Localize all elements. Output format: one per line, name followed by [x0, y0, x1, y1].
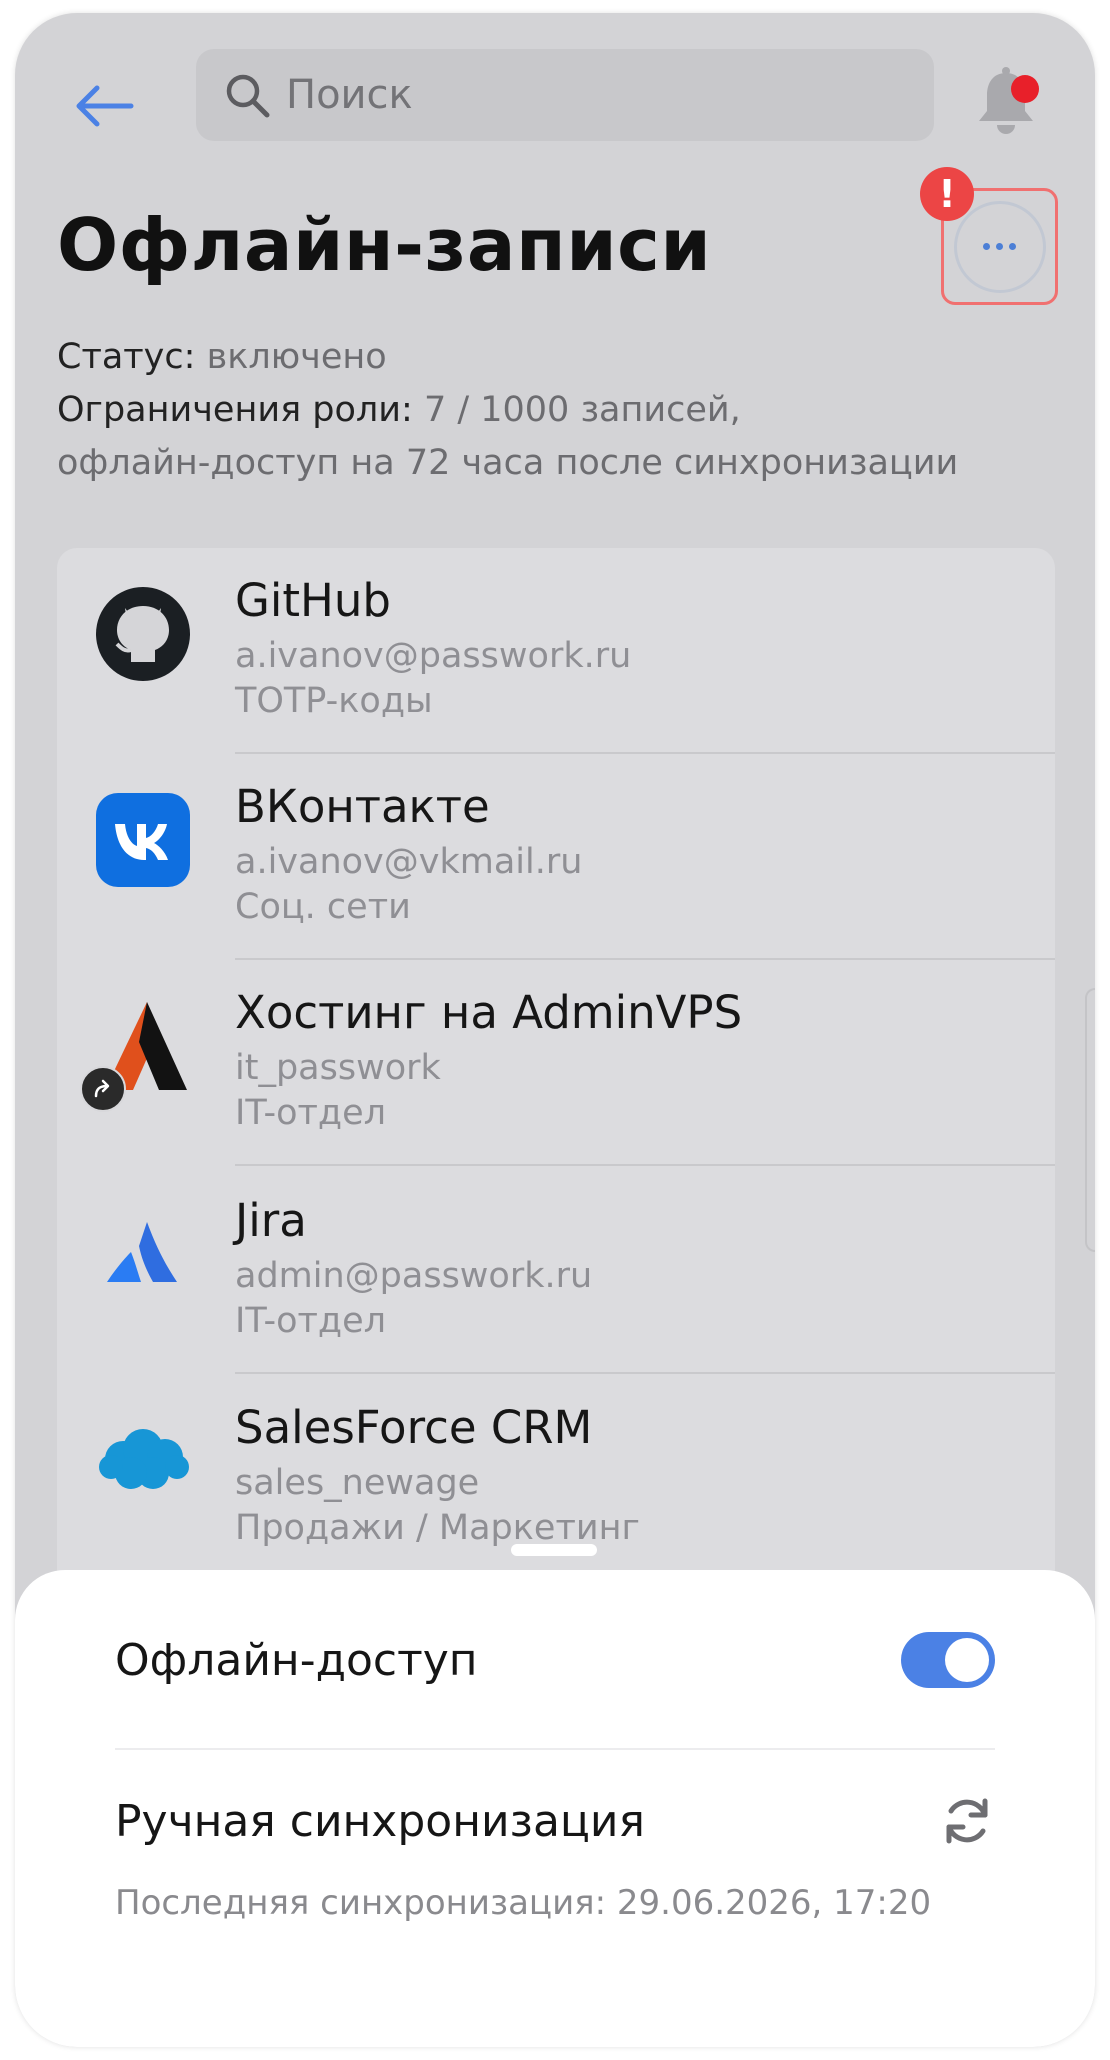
more-dots-icon: [983, 243, 1016, 250]
page-title: Офлайн-записи: [57, 203, 712, 287]
sheet-drag-handle[interactable]: [511, 1544, 597, 1556]
github-icon: [96, 587, 190, 681]
back-button[interactable]: [70, 71, 140, 141]
offline-info: Статус: включено Ограничения роли: 7 / 1…: [57, 331, 958, 490]
item-folder: TOTP-коды: [235, 681, 433, 721]
alert-icon: !: [920, 167, 974, 221]
scrollbar[interactable]: [1085, 988, 1095, 1252]
divider: [235, 1372, 1055, 1374]
limits-value: 7 / 1000 записей,: [423, 390, 741, 430]
item-login: it_passwork: [235, 1048, 441, 1088]
item-name: SalesForce CRM: [235, 1401, 593, 1454]
item-folder: Соц. сети: [235, 887, 411, 927]
search-icon: [222, 70, 272, 120]
status-line: Статус: включено: [57, 331, 958, 384]
vk-icon: [96, 793, 190, 887]
limits-line: Ограничения роли: 7 / 1000 записей,: [57, 384, 958, 437]
search-bar[interactable]: [196, 49, 934, 141]
jira-icon: [107, 1222, 177, 1282]
list-item[interactable]: Jira admin@passwork.ru IT-отдел: [57, 1168, 1055, 1374]
sheet-divider: [115, 1748, 995, 1750]
divider: [235, 1164, 1055, 1166]
notifications-button[interactable]: [973, 61, 1043, 141]
sync-icon[interactable]: [939, 1793, 995, 1849]
list-item[interactable]: ВКонтакте a.ivanov@vkmail.ru Соц. сети: [57, 754, 1055, 960]
list-item[interactable]: GitHub a.ivanov@passwork.ru TOTP-коды: [57, 548, 1055, 754]
salesforce-icon: [99, 1429, 189, 1489]
shared-badge: [80, 1066, 126, 1112]
arrow-left-icon: [76, 85, 134, 127]
offline-access-label: Офлайн-доступ: [115, 1634, 478, 1686]
item-login: a.ivanov@vkmail.ru: [235, 842, 583, 882]
status-label: Статус:: [57, 337, 196, 377]
item-login: sales_newage: [235, 1463, 480, 1503]
item-name: ВКонтакте: [235, 780, 490, 833]
item-name: GitHub: [235, 574, 391, 627]
offline-access-row: Офлайн-доступ: [115, 1597, 995, 1723]
list-item[interactable]: Хостинг на AdminVPS it_passwork IT-отдел: [57, 960, 1055, 1166]
status-value: включено: [206, 337, 387, 377]
manual-sync-label: Ручная синхронизация: [115, 1795, 645, 1847]
item-folder: Продажи / Маркетинг: [235, 1508, 640, 1548]
app-screen: Офлайн-записи ! Статус: включено Огранич…: [15, 13, 1095, 2047]
item-name: Jira: [235, 1194, 307, 1247]
limits-label: Ограничения роли:: [57, 390, 413, 430]
limits-note: офлайн-доступ на 72 часа после синхрониз…: [57, 443, 959, 483]
last-sync-text: Последняя синхронизация: 29.06.2026, 17:…: [115, 1883, 932, 1923]
toggle-knob: [945, 1638, 989, 1682]
search-input[interactable]: [284, 71, 888, 119]
item-login: admin@passwork.ru: [235, 1256, 593, 1296]
more-options-button[interactable]: [953, 200, 1046, 293]
offline-access-toggle[interactable]: [901, 1632, 995, 1688]
share-arrow-icon: [94, 1079, 110, 1098]
item-login: a.ivanov@passwork.ru: [235, 636, 632, 676]
item-name: Хостинг на AdminVPS: [235, 986, 743, 1039]
item-folder: IT-отдел: [235, 1301, 387, 1341]
item-folder: IT-отдел: [235, 1093, 387, 1133]
manual-sync-row: Ручная синхронизация: [115, 1758, 995, 1884]
notification-dot: [1011, 75, 1039, 103]
